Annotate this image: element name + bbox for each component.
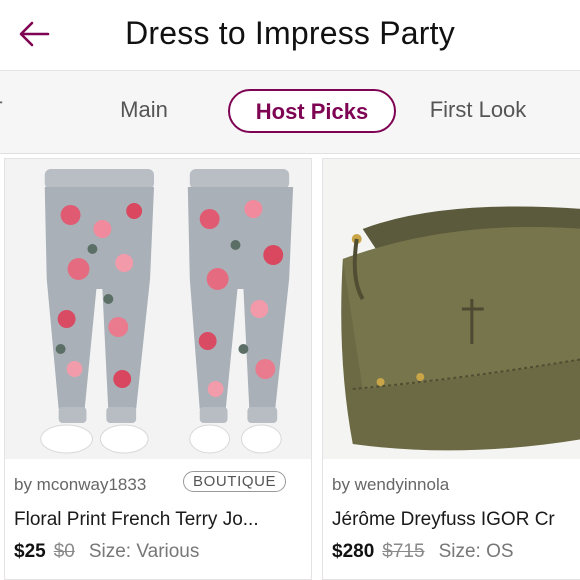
listing-price: $280 [332,541,375,562]
seller-username[interactable]: by wendyinnola [332,475,449,495]
listing-image-suede-bag[interactable] [323,159,580,459]
price-row: $25 $0 Size: Various [14,541,199,563]
app-header: Dress to Impress Party [0,0,580,70]
listing-card[interactable]: by wendyinnola Jérôme Dreyfuss IGOR Cr $… [322,158,580,580]
original-price: $0 [53,541,75,562]
tab-host-picks[interactable]: Host Picks [228,89,396,133]
seller-username[interactable]: by mconway1833 [14,475,146,495]
tab-first-look[interactable]: First Look [416,89,540,133]
tab-partial[interactable]: T [0,89,6,133]
listing-size: Size: Various [88,541,200,562]
listing-title[interactable]: Floral Print French Terry Jo... [14,509,304,531]
listing-details: by wendyinnola Jérôme Dreyfuss IGOR Cr $… [323,459,580,579]
price-row: $280 $715 Size: OS [332,541,514,563]
page-title: Dress to Impress Party [125,15,455,51]
listing-details: by mconway1833 BOUTIQUE Floral Print Fre… [5,459,311,579]
tab-bar: T Main Host Picks First Look [0,70,580,154]
listing-image-floral-joggers[interactable] [5,159,311,459]
tab-main[interactable]: Main [112,89,176,133]
suede-bag-image [323,159,580,459]
floral-joggers-image [5,159,311,459]
boutique-badge: BOUTIQUE [183,471,287,492]
listing-card[interactable]: by mconway1833 BOUTIQUE Floral Print Fre… [4,158,312,580]
listing-size: Size: OS [438,541,514,562]
listing-price: $25 [14,541,46,562]
original-price: $715 [382,541,425,562]
listing-title[interactable]: Jérôme Dreyfuss IGOR Cr [332,509,580,531]
listing-grid: by mconway1833 BOUTIQUE Floral Print Fre… [0,154,580,580]
